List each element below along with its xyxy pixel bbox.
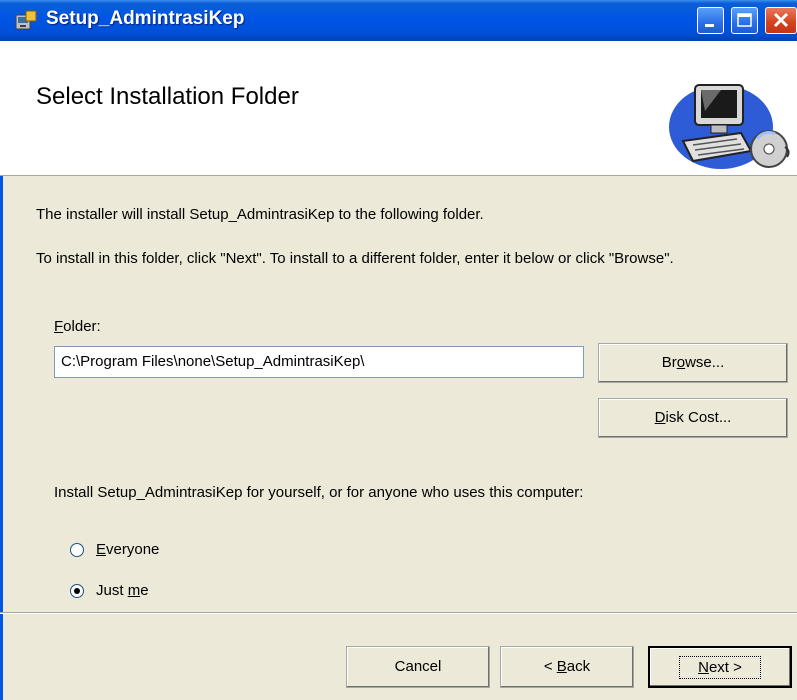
cancel-button[interactable]: Cancel bbox=[346, 646, 490, 688]
minimize-icon bbox=[705, 24, 714, 27]
installer-app-icon bbox=[15, 10, 37, 30]
instructions-text: To install in this folder, click "Next".… bbox=[36, 250, 674, 267]
next-button[interactable]: Next > bbox=[648, 646, 792, 688]
maximize-button[interactable] bbox=[731, 7, 758, 34]
installer-window: Setup_AdmintrasiKep Select Installation … bbox=[0, 0, 797, 700]
close-button[interactable] bbox=[765, 7, 797, 34]
minimize-button[interactable] bbox=[697, 7, 724, 34]
next-rest: ext > bbox=[708, 659, 742, 676]
footer-separator bbox=[0, 612, 797, 614]
folder-label-rest: older: bbox=[63, 318, 101, 335]
computer-with-cd-icon bbox=[669, 84, 790, 169]
next-accel: N bbox=[698, 659, 709, 676]
close-icon bbox=[773, 12, 789, 28]
intro-text: The installer will install Setup_Admintr… bbox=[36, 206, 484, 223]
disk-cost-label-b: isk Cost... bbox=[665, 409, 732, 426]
just-me-b: e bbox=[140, 582, 149, 599]
back-button[interactable]: < Back bbox=[500, 646, 634, 688]
maximize-icon bbox=[737, 13, 752, 27]
page-title: Select Installation Folder bbox=[36, 83, 299, 110]
browse-button[interactable]: Browse... bbox=[598, 343, 788, 383]
folder-path-input[interactable]: C:\Program Files\none\Setup_AdmintrasiKe… bbox=[54, 346, 584, 378]
radio-just-me[interactable] bbox=[70, 584, 84, 598]
radio-everyone-label[interactable]: Everyone bbox=[96, 541, 159, 558]
radio-just-me-label[interactable]: Just me bbox=[96, 582, 149, 599]
just-me-accel: m bbox=[127, 582, 141, 599]
radio-selected-dot bbox=[74, 588, 80, 594]
back-arrow: < bbox=[543, 658, 557, 675]
folder-label-accel: F bbox=[54, 318, 64, 335]
next-focus-ring: Next > bbox=[679, 656, 761, 679]
disk-cost-button[interactable]: Disk Cost... bbox=[598, 398, 788, 438]
install-for-text: Install Setup_AdmintrasiKep for yourself… bbox=[54, 484, 584, 501]
browse-label-accel: o bbox=[676, 354, 686, 371]
disk-cost-label-accel: D bbox=[654, 409, 666, 426]
folder-label: Folder: bbox=[54, 318, 101, 335]
everyone-accel: E bbox=[96, 541, 107, 558]
header-banner: Select Installation Folder bbox=[0, 41, 797, 176]
window-title: Setup_AdmintrasiKep bbox=[46, 8, 245, 29]
radio-everyone[interactable] bbox=[70, 543, 84, 557]
back-rest: ack bbox=[566, 658, 591, 675]
back-accel: B bbox=[556, 658, 567, 675]
browse-label-a: Br bbox=[661, 354, 677, 371]
everyone-rest: veryone bbox=[106, 541, 160, 558]
title-bar[interactable]: Setup_AdmintrasiKep bbox=[0, 0, 797, 41]
just-me-a: Just bbox=[96, 582, 128, 599]
browse-label-b: wse... bbox=[685, 354, 725, 371]
